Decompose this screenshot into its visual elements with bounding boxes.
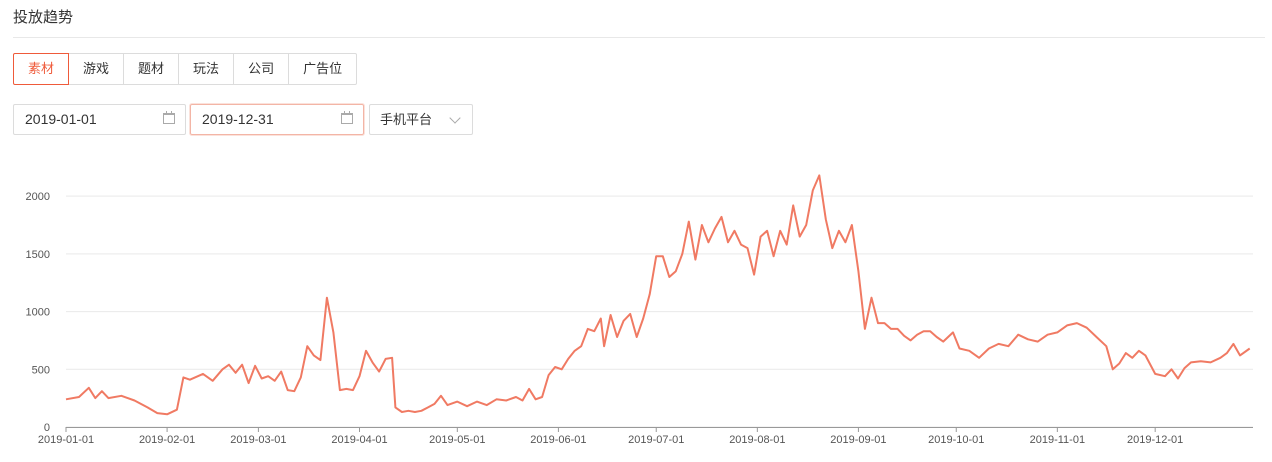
- y-tick-label: 500: [32, 364, 50, 376]
- x-tick-label: 2019-02-01: [139, 434, 195, 446]
- x-tick-label: 2019-12-01: [1127, 434, 1183, 446]
- x-tick-label: 2019-05-01: [429, 434, 485, 446]
- x-tick-label: 2019-10-01: [928, 434, 984, 446]
- x-tick-label: 2019-03-01: [230, 434, 286, 446]
- x-tick-label: 2019-08-01: [729, 434, 785, 446]
- x-tick-label: 2019-07-01: [628, 434, 684, 446]
- trend-chart: 0 500 1000 1500 2000 2019-01-01 2019-02-01 2019…: [26, 174, 1253, 446]
- x-tick-label: 2019-11-01: [1030, 434, 1085, 446]
- x-tick-label: 2019-04-01: [331, 434, 387, 446]
- x-tick-label: 2019-01-01: [38, 434, 94, 446]
- x-tick-label: 2019-06-01: [530, 434, 586, 446]
- y-tick-label: 2000: [26, 191, 50, 203]
- y-tick-label: 0: [44, 422, 50, 434]
- x-tick-label: 2019-09-01: [830, 434, 886, 446]
- y-tick-label: 1000: [26, 307, 50, 319]
- y-tick-label: 1500: [26, 249, 50, 261]
- series-line: [65, 174, 1251, 416]
